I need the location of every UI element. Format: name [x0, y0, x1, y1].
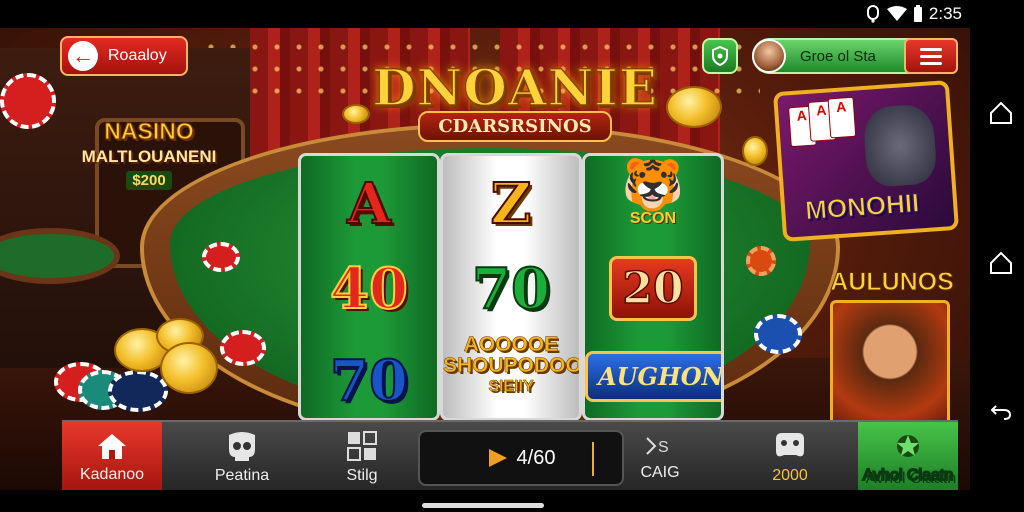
tab-caig[interactable]: S CAIG: [610, 422, 710, 490]
avatar: [752, 39, 786, 73]
tab-coins-label: 2000: [772, 467, 808, 484]
reel-2-bottom-line-1: AOOOOE: [463, 333, 559, 356]
poker-chip-icon: [108, 370, 168, 412]
reel-2-symbol-top: Z: [490, 170, 533, 238]
tab-home[interactable]: Kadanoo: [62, 422, 162, 490]
reel-2-symbol-middle: 70: [471, 255, 551, 323]
poker-chip-icon: [220, 330, 266, 366]
status-icons: 2:35: [865, 4, 962, 24]
gamepad-icon: [776, 433, 804, 457]
gold-coin-icon: [742, 136, 768, 166]
gift-icon: [897, 435, 919, 457]
playing-card-icon: A: [827, 96, 857, 139]
user-name: Groe ol Sta: [800, 47, 876, 65]
gesture-strip: [0, 490, 970, 512]
reel-1: A 40 70: [298, 153, 440, 421]
svg-text:S: S: [658, 439, 669, 456]
reel-3-symbol-top: 🐯 SCON: [585, 160, 721, 228]
system-nav-bar: [970, 0, 1024, 512]
character-portrait: [830, 300, 950, 428]
nav-recents-icon[interactable]: [988, 250, 1014, 276]
tab-claim-label: Avhol Claatn: [862, 466, 954, 485]
battery-icon: [913, 5, 922, 22]
reel-3-top-label: SCON: [629, 210, 677, 227]
reel-3-symbol-bottom: AUGHONY: [585, 351, 721, 402]
reel-3: 🐯 SCON 20 AUGHONY: [582, 153, 724, 421]
back-button-label: Roaaloy: [108, 47, 167, 64]
promo-card-monohii[interactable]: A A A MONOHII: [772, 80, 960, 242]
bet-value: 4/60: [516, 446, 556, 469]
left-sign-subtitle: MALTLOUANENI: [81, 147, 217, 166]
reel-2-bottom-line-2: SHOUPODOOS: [443, 354, 582, 377]
shield-button[interactable]: [702, 38, 738, 74]
bet-divider: [592, 442, 594, 476]
reel-2-bottom-line-3: SIEIIY: [488, 378, 534, 396]
reel-3-symbol-middle: 20: [585, 256, 721, 321]
hamburger-icon: [920, 47, 942, 51]
tiger-icon: 🐯: [621, 157, 685, 213]
reel-1-symbol-bottom: 70: [329, 347, 409, 415]
reel-2-symbol-bottom: AOOOOE SHOUPODOOS SIEIIY: [443, 334, 579, 397]
tab-peatina[interactable]: Peatina: [192, 422, 292, 490]
game-subtitle: CDARSRSINOS: [418, 111, 612, 142]
shield-icon: [712, 46, 728, 66]
alarm-icon: [866, 5, 879, 23]
arrow-left-icon: ←: [68, 41, 98, 71]
skull-icon: [229, 432, 255, 461]
reel-2: Z 70 AOOOOE SHOUPODOOS SIEIIY: [440, 153, 582, 421]
poker-chip-icon: [746, 246, 776, 276]
tab-stilg-label: Stilg: [346, 467, 378, 484]
nav-home-icon[interactable]: [988, 100, 1014, 126]
character-portrait: [862, 103, 938, 188]
tab-home-label: Kadanoo: [79, 466, 145, 483]
tab-stilg[interactable]: Stilg: [312, 422, 412, 490]
play-icon: [488, 449, 507, 467]
home-icon: [98, 434, 126, 459]
reel-3-middle-plate: 20: [609, 256, 697, 321]
cards-icon: S: [646, 437, 669, 456]
tab-peatina-label: Peatina: [214, 467, 270, 484]
game-title: DNOANIE: [371, 57, 658, 118]
poker-chip-icon: [202, 242, 240, 272]
grid-icon: [347, 431, 377, 461]
reel-1-symbol-middle: 40: [329, 255, 409, 323]
game-title-block: DNOANIE CDARSRSINOS: [370, 57, 660, 142]
background-poker-table: [0, 228, 120, 284]
tab-coins[interactable]: 2000: [740, 422, 840, 490]
bottom-nav-bar: Kadanoo Peatina Stilg 4/60 S CAIG 2000 A…: [62, 420, 958, 490]
status-time: 2:35: [928, 4, 962, 23]
poker-chip-icon: [0, 73, 56, 129]
wifi-icon: [886, 6, 907, 21]
gold-coin-icon: [666, 86, 722, 128]
tab-caig-label: CAIG: [640, 464, 680, 481]
game-screen: NASINO MALTLOUANENI $200 ← Roaaloy A 40 …: [0, 28, 970, 490]
left-sign-amount: $200: [126, 171, 172, 190]
poker-chip-icon: [754, 314, 802, 354]
left-sign-title: NASINO: [104, 118, 194, 145]
promo-aulunos-label: AULUNOS: [830, 268, 955, 297]
nav-back-icon[interactable]: [988, 398, 1014, 424]
back-button[interactable]: ← Roaaloy: [60, 36, 188, 76]
bet-display[interactable]: 4/60: [418, 430, 624, 486]
home-indicator[interactable]: [422, 503, 544, 508]
reel-1-symbol-top: A: [346, 170, 391, 238]
gold-coin-icon: [160, 342, 218, 394]
promo-card-aulunos[interactable]: AULUNOS: [826, 268, 954, 428]
menu-button[interactable]: [904, 38, 958, 74]
promo-monohii-label: MONOHII: [804, 187, 921, 226]
reel-3-bottom-plate: AUGHONY: [585, 351, 721, 402]
gold-coin-icon: [342, 104, 370, 124]
tab-claim[interactable]: Avhol Claatn: [858, 422, 958, 490]
status-bar: 2:35: [0, 0, 970, 28]
